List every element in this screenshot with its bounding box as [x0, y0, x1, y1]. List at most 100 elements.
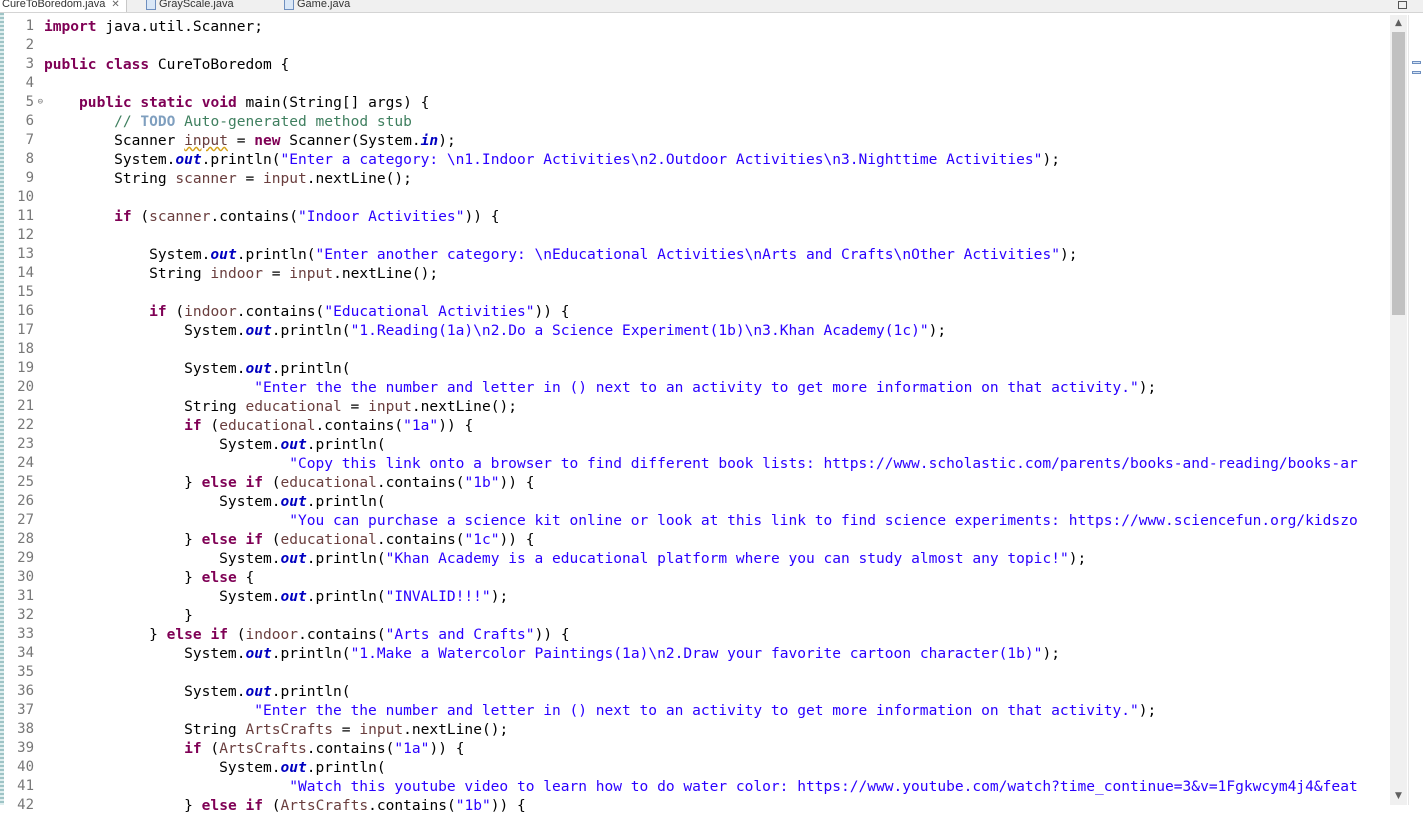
code-line[interactable]: if (educational.contains("1a")) {	[44, 416, 1390, 435]
variable: ArtsCrafts	[280, 797, 369, 814]
code-line[interactable]: String indoor = input.nextLine();	[44, 264, 1390, 283]
code-text: )) {	[499, 531, 535, 548]
code-line[interactable]: "You can purchase a science kit online o…	[44, 511, 1390, 530]
code-text: =	[341, 398, 369, 415]
code-text: java.util.Scanner;	[96, 18, 263, 35]
close-icon[interactable]: ✕	[111, 0, 119, 10]
code-editor[interactable]: import java.util.Scanner; public class C…	[44, 17, 1390, 815]
scroll-up-icon[interactable]: ▲	[1390, 15, 1407, 32]
code-line[interactable]: public static void main(String[] args) {	[44, 93, 1390, 112]
string-literal: "1.Reading(1a)\n2.Do a Science Experimen…	[350, 322, 929, 339]
string-literal: "Educational Activities"	[324, 303, 535, 320]
code-text: System.	[219, 759, 281, 776]
fold-collapse-icon[interactable]: ⊖	[38, 97, 43, 107]
code-line[interactable]: System.out.println(	[44, 359, 1390, 378]
maximize-icon[interactable]	[1398, 1, 1407, 9]
tab-label: GrayScale.java	[159, 0, 234, 10]
code-text: =	[333, 721, 360, 738]
line-number: 39	[17, 740, 34, 756]
string-literal: "1c"	[464, 531, 500, 548]
code-text: )) {	[534, 626, 570, 643]
code-line[interactable]: System.out.println("Enter another catego…	[44, 245, 1390, 264]
code-line[interactable]: } else if (educational.contains("1b")) {	[44, 473, 1390, 492]
occurrence-marker[interactable]	[1412, 61, 1421, 64]
line-number: 22	[17, 417, 34, 433]
code-text: System.	[149, 246, 211, 263]
code-line[interactable]: System.out.println("1.Make a Watercolor …	[44, 644, 1390, 663]
code-line[interactable]: // TODO Auto-generated method stub	[44, 112, 1390, 131]
code-text: )) {	[534, 303, 570, 320]
code-line[interactable]: System.out.println("Khan Academy is a ed…	[44, 549, 1390, 568]
line-number: 14	[17, 265, 34, 281]
tab-grayscale[interactable]: GrayScale.java	[146, 0, 234, 12]
code-text: .println(	[306, 436, 386, 453]
code-line[interactable]: Scanner input = new Scanner(System.in);	[44, 131, 1390, 150]
code-line[interactable]: System.out.println("Enter a category: \n…	[44, 150, 1390, 169]
code-line-empty[interactable]	[44, 36, 1390, 55]
code-line-empty[interactable]	[44, 340, 1390, 359]
variable: scanner	[149, 208, 211, 225]
code-line[interactable]: System.out.println("INVALID!!!");	[44, 587, 1390, 606]
code-text: )) {	[464, 208, 500, 225]
code-text: .nextLine();	[306, 170, 412, 187]
variable: indoor	[210, 265, 263, 282]
code-line[interactable]: System.out.println(	[44, 492, 1390, 511]
variable: educational	[280, 474, 377, 491]
tab-label: Game.java	[297, 0, 351, 10]
code-line[interactable]: "Copy this link onto a browser to find d…	[44, 454, 1390, 473]
code-text: .contains(	[376, 531, 465, 548]
code-line[interactable]: import java.util.Scanner;	[44, 17, 1390, 36]
tab-curetoboredom[interactable]: CureToBoredom.java ✕	[0, 0, 127, 12]
code-line[interactable]: System.out.println(	[44, 682, 1390, 701]
code-line[interactable]: } else if (educational.contains("1c")) {	[44, 530, 1390, 549]
string-literal: "Enter another category: \nEducational A…	[315, 246, 1060, 263]
code-line[interactable]: } else {	[44, 568, 1390, 587]
tab-game[interactable]: Game.java	[284, 0, 350, 12]
occurrence-marker[interactable]	[1412, 71, 1421, 74]
code-line[interactable]: String educational = input.nextLine();	[44, 397, 1390, 416]
static-field: out	[280, 588, 307, 605]
code-line[interactable]: String scanner = input.nextLine();	[44, 169, 1390, 188]
code-text: );	[1042, 151, 1060, 168]
code-text: System.	[114, 151, 176, 168]
code-line-empty[interactable]	[44, 283, 1390, 302]
code-line-empty[interactable]	[44, 188, 1390, 207]
keyword: if	[245, 474, 264, 491]
code-line[interactable]: System.out.println(	[44, 435, 1390, 454]
line-number: 7	[25, 132, 34, 148]
code-line-empty[interactable]	[44, 663, 1390, 682]
code-line-empty[interactable]	[44, 74, 1390, 93]
keyword: if	[245, 797, 264, 814]
code-line[interactable]: }	[44, 606, 1390, 625]
line-number: 40	[17, 759, 34, 775]
keyword: public	[79, 94, 132, 111]
code-line[interactable]: System.out.println("1.Reading(1a)\n2.Do …	[44, 321, 1390, 340]
code-line-empty[interactable]	[44, 226, 1390, 245]
code-line[interactable]: "Watch this youtube video to learn how t…	[44, 777, 1390, 796]
variable: educational	[219, 417, 316, 434]
line-number: 17	[17, 322, 34, 338]
code-line[interactable]: } else if (indoor.contains("Arts and Cra…	[44, 625, 1390, 644]
scrollbar-thumb[interactable]	[1392, 32, 1405, 315]
variable-with-warning[interactable]: input	[184, 132, 228, 149]
code-text: }	[184, 607, 193, 624]
code-line[interactable]: } else if (ArtsCrafts.contains("1b")) {	[44, 796, 1390, 815]
line-number: 21	[17, 398, 34, 414]
code-line[interactable]: String ArtsCrafts = input.nextLine();	[44, 720, 1390, 739]
comment: Auto-generated method stub	[175, 113, 412, 130]
code-line[interactable]: "Enter the the number and letter in () n…	[44, 378, 1390, 397]
code-line[interactable]: "Enter the the number and letter in () n…	[44, 701, 1390, 720]
line-number: 26	[17, 493, 34, 509]
code-line[interactable]: System.out.println(	[44, 758, 1390, 777]
code-line[interactable]: if (indoor.contains("Educational Activit…	[44, 302, 1390, 321]
code-text: .println(	[271, 683, 351, 700]
line-number: 41	[17, 778, 34, 794]
code-line[interactable]: if (ArtsCrafts.contains("1a")) {	[44, 739, 1390, 758]
code-line[interactable]: if (scanner.contains("Indoor Activities"…	[44, 207, 1390, 226]
code-line[interactable]: public class CureToBoredom {	[44, 55, 1390, 74]
scroll-down-icon[interactable]: ▼	[1390, 788, 1407, 805]
